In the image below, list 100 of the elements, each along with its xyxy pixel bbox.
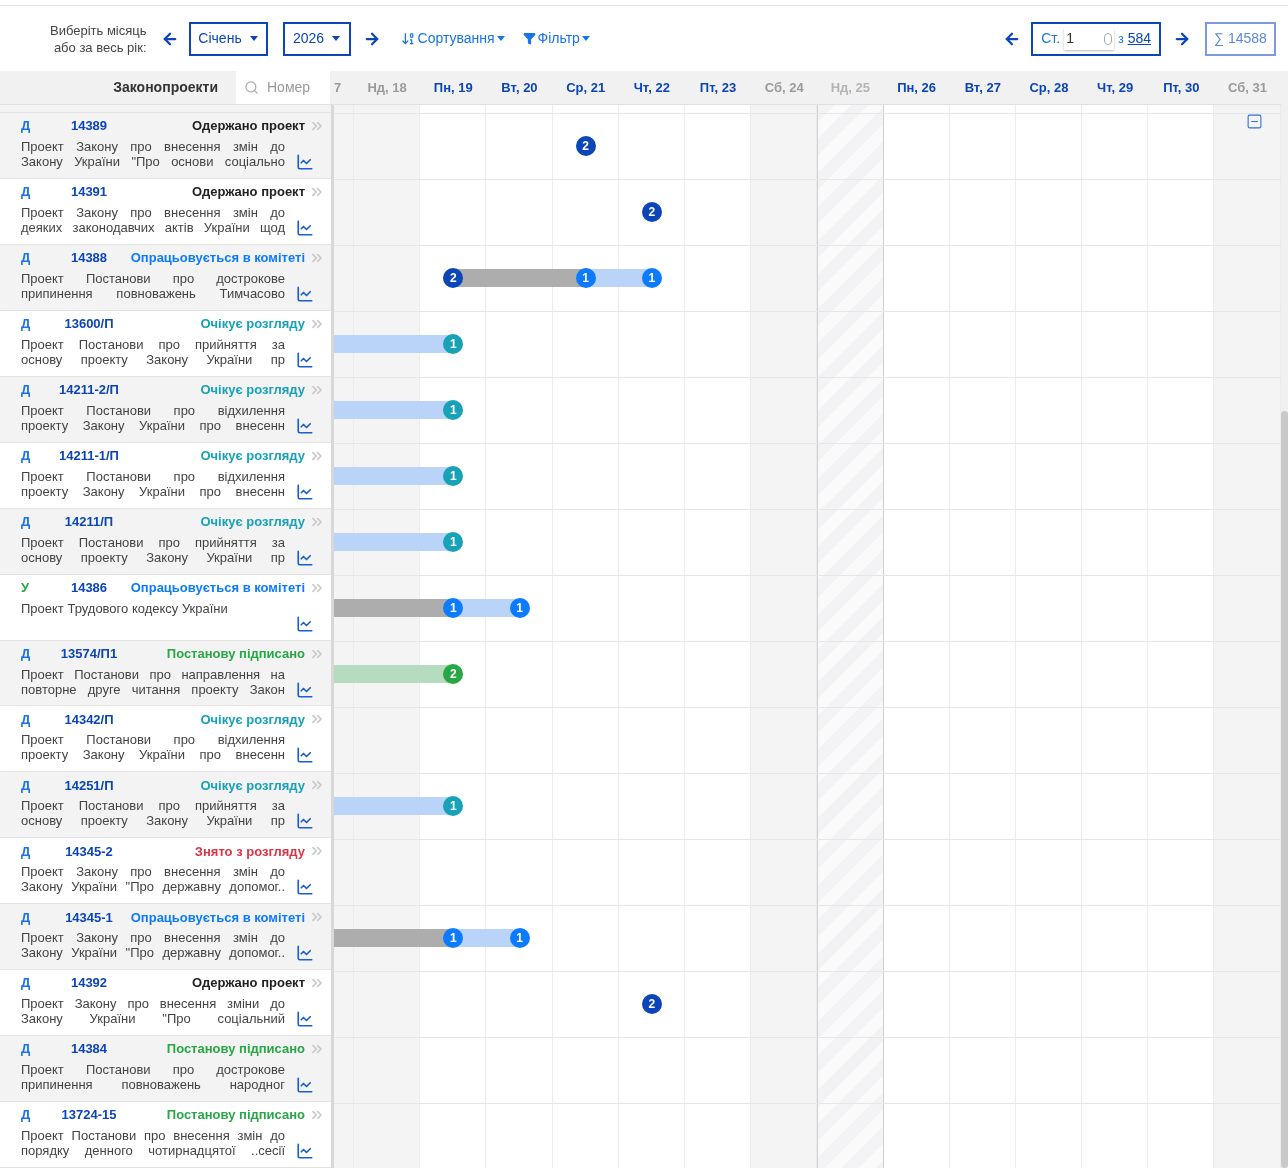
bill-description: Проект Постанови про дострокове припинення повноважень Тимчасово <box>21 270 285 303</box>
bill-description: Проект Постанови про відхилення проекту Закону України про внесенн <box>21 402 285 435</box>
chart-icon[interactable] <box>296 944 314 963</box>
bill-number[interactable]: 13600/П <box>51 314 127 334</box>
day-column-header: Чт, 22 <box>632 78 671 97</box>
bill-type: Д <box>21 842 32 861</box>
chart-icon[interactable] <box>296 878 314 897</box>
day-column-header: Пн, 19 <box>432 78 474 97</box>
bill-number[interactable]: 14391 <box>51 182 127 202</box>
day-column-header: 7 <box>334 78 343 97</box>
bill-type: Д <box>21 1040 32 1059</box>
bill-type: Д <box>21 512 32 531</box>
bill-type: Д <box>21 315 32 334</box>
bill-status: Одержано проект <box>191 974 305 993</box>
bill-type: Д <box>21 644 32 663</box>
chart-icon[interactable] <box>296 153 314 171</box>
bill-status: Очікує розгляду <box>199 381 305 399</box>
bill-status: Постанову підписано <box>165 1106 305 1125</box>
bill-number[interactable]: 14386 <box>51 577 127 598</box>
caret-icon <box>332 36 341 41</box>
chart-icon[interactable] <box>296 746 314 765</box>
bill-number[interactable]: 14388 <box>51 248 127 268</box>
bill-status: Очікує розгляду <box>199 776 305 795</box>
page-label: Ст. <box>1041 29 1061 48</box>
bill-type: Д <box>21 710 32 729</box>
day-column-header: Ср, 28 <box>1028 78 1070 97</box>
day-column-header: Пн, 26 <box>896 78 938 97</box>
chart-icon[interactable] <box>296 1076 314 1095</box>
bill-number[interactable]: 14345-1 <box>51 907 127 927</box>
day-column-header: Сб, 31 <box>1227 78 1268 97</box>
day-column-header: Пт, 30 <box>1162 78 1201 97</box>
bill-description: Проект Постанови про прийняття за основу проекту Закону України пр <box>21 534 285 567</box>
filter-icon <box>522 32 536 45</box>
bill-type: Д <box>21 446 32 465</box>
chart-icon[interactable] <box>296 812 314 831</box>
bill-description: Проект Закону про внесення зміни до Закону України "Про соціальний <box>21 996 285 1029</box>
sort-icon <box>400 31 416 46</box>
chart-icon[interactable] <box>296 548 314 567</box>
page-of-label: з <box>1118 30 1124 48</box>
chart-icon[interactable] <box>296 1010 314 1029</box>
bill-number[interactable]: 14345-2 <box>51 841 127 862</box>
bill-type: Д <box>21 381 32 399</box>
bill-type: Д <box>21 183 32 202</box>
sort-button[interactable]: Сортування <box>400 28 505 49</box>
bill-description: Проект Трудового кодексу України <box>21 600 229 618</box>
bills-column-title: Законопроекти <box>112 78 219 97</box>
bill-description: Проект Постанови про направлення на повторне друге читання проекту Закон <box>21 666 285 699</box>
filter-button[interactable]: Фільтр <box>522 28 590 49</box>
bill-status: Постанову підписано <box>165 1040 305 1059</box>
bill-number[interactable]: 14342/П <box>51 709 127 730</box>
bill-description: Проект Постанови про відхилення проекту Закону України про внесенн <box>21 732 285 765</box>
chart-icon[interactable] <box>296 350 314 369</box>
chart-icon[interactable] <box>296 416 314 435</box>
bill-status: Очікує розгляду <box>199 512 305 531</box>
caret-icon <box>496 36 505 41</box>
total-count-button[interactable]: ∑ 14588 <box>1205 21 1276 56</box>
bill-number[interactable]: 14211-1/П <box>51 445 127 466</box>
bill-type: Д <box>21 974 32 993</box>
bill-status: Опрацьовується в комітеті <box>129 908 305 927</box>
page-input[interactable]: 1 <box>1064 27 1115 50</box>
chart-icon[interactable] <box>296 482 314 501</box>
bill-number[interactable]: 14392 <box>51 973 127 993</box>
bill-type: Д <box>21 776 32 795</box>
chart-icon[interactable] <box>296 614 314 633</box>
scrollbar[interactable] <box>1281 71 1288 1168</box>
collapse-icon[interactable] <box>1246 113 1263 130</box>
day-column-header: Сб, 24 <box>763 78 805 97</box>
chart-icon[interactable] <box>296 680 314 699</box>
bill-number[interactable]: 13574/П1 <box>51 643 127 664</box>
bill-number[interactable]: 14384 <box>51 1039 127 1059</box>
chart-icon[interactable] <box>296 1142 314 1161</box>
bill-status: Знято з розгляду <box>193 842 305 861</box>
bill-status: Очікує розгляду <box>199 315 305 334</box>
bill-type: У <box>21 578 31 597</box>
bill-status: Опрацьовується в комітеті <box>129 578 305 597</box>
bill-description: Проект Постанови про відхилення проекту Закону України про внесенн <box>21 468 285 501</box>
bill-number[interactable]: 14389 <box>51 116 127 136</box>
month-select[interactable]: Січень <box>188 21 268 56</box>
chart-icon[interactable] <box>296 284 314 303</box>
day-column-header: Пт, 23 <box>698 78 738 97</box>
caret-icon <box>249 36 258 41</box>
bill-type: Д <box>21 249 32 268</box>
year-select[interactable]: 2026 <box>282 21 351 56</box>
chart-icon[interactable] <box>296 218 314 237</box>
total-pages-link[interactable]: 584 <box>1127 28 1151 49</box>
bill-status: Опрацьовується в комітеті <box>129 249 305 268</box>
bill-type: Д <box>21 908 32 927</box>
bill-description: Проект Постанови про прийняття за основу проекту Закону України пр <box>21 336 285 369</box>
bill-description: Проект Постанови про дострокове припинення повноважень народног <box>21 1062 285 1095</box>
bill-status: Постанову підписано <box>165 644 305 663</box>
bill-number[interactable]: 14211-2/П <box>51 380 127 400</box>
bill-description: Проект Закону про внесення змін до Закону України "Про державну допомог.. <box>21 864 285 897</box>
search-icon <box>244 80 259 95</box>
bill-status: Очікує розгляду <box>199 446 305 465</box>
bill-number[interactable]: 13724-15 <box>51 1105 127 1125</box>
bill-status: Очікує розгляду <box>199 710 305 729</box>
bill-number[interactable]: 14251/П <box>51 775 127 796</box>
day-column-header: Чт, 29 <box>1096 78 1135 97</box>
bill-description: Проект Закону про внесення змін до Закону України "Про основи соціально <box>21 139 285 171</box>
bill-number[interactable]: 14211/П <box>51 511 127 532</box>
